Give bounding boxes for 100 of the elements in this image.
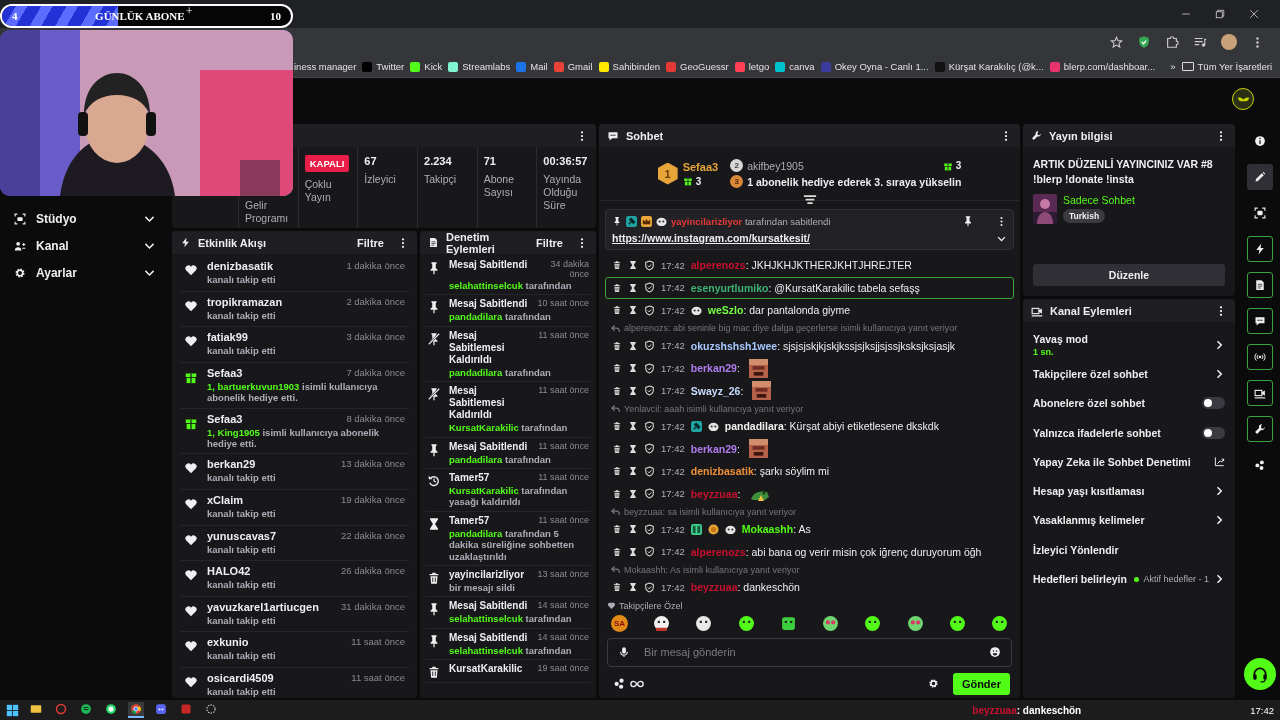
hourglass-icon[interactable] — [628, 488, 638, 499]
emoji-icon[interactable] — [989, 646, 1001, 658]
trash-icon[interactable] — [612, 363, 622, 374]
bookmark-link[interactable]: iness manager — [294, 61, 357, 72]
trash-icon[interactable] — [612, 546, 622, 557]
trash-icon[interactable] — [612, 466, 622, 477]
start-icon[interactable] — [6, 703, 19, 717]
bookmark-link[interactable]: Kürşat Karakılıç (@k... — [948, 61, 1044, 72]
shield-icon[interactable] — [644, 259, 655, 271]
bookmark-link[interactable]: canva — [789, 61, 815, 72]
media-icon[interactable] — [1193, 35, 1207, 49]
close-icon[interactable] — [1248, 8, 1260, 20]
collapse-icon[interactable] — [802, 195, 817, 206]
trash-icon[interactable] — [612, 443, 622, 454]
trash-icon[interactable] — [612, 582, 622, 593]
shield-icon[interactable] — [644, 443, 655, 455]
shield-icon[interactable] — [644, 385, 655, 397]
shield-icon[interactable] — [644, 523, 655, 535]
filter-button[interactable]: Filtre — [530, 236, 569, 249]
shield-icon[interactable] — [644, 304, 655, 316]
shield-icon[interactable] — [644, 420, 655, 432]
mic-icon[interactable] — [618, 646, 630, 658]
dots-icon[interactable] — [613, 677, 626, 690]
more-bookmarks-button[interactable]: » — [1170, 61, 1176, 72]
bookmark-link[interactable]: Streamlabs — [462, 61, 511, 72]
bookmark-link[interactable]: Tüm Yer İşaretleri — [1197, 61, 1272, 72]
sidebar-button[interactable] — [1247, 344, 1273, 370]
shield-icon[interactable] — [1137, 35, 1151, 49]
sidebar-button[interactable] — [1247, 272, 1273, 298]
emote-icon[interactable] — [906, 614, 924, 632]
extensions-icon[interactable] — [1165, 35, 1179, 49]
send-button[interactable]: Gönder — [952, 672, 1010, 695]
trash-icon[interactable] — [612, 421, 622, 432]
shield-icon[interactable] — [644, 282, 655, 294]
hourglass-icon[interactable] — [628, 260, 638, 271]
hourglass-icon[interactable] — [628, 305, 638, 316]
trash-icon[interactable] — [612, 488, 622, 499]
bookmark-link[interactable]: letgo — [748, 61, 770, 72]
sidebar-button[interactable] — [1247, 236, 1273, 262]
restore-icon[interactable] — [1214, 8, 1226, 20]
bookmark-link[interactable]: Twitter — [376, 61, 405, 72]
hourglass-icon[interactable] — [628, 524, 638, 535]
hourglass-icon[interactable] — [628, 363, 638, 374]
hourglass-icon[interactable] — [628, 340, 638, 351]
sidebar-item[interactable]: Ayarlar — [0, 262, 170, 283]
sidebar-item[interactable]: Stüdyo — [0, 208, 170, 229]
emote-icon[interactable] — [948, 614, 966, 632]
logo-icon[interactable] — [1232, 88, 1254, 110]
hourglass-icon[interactable] — [628, 546, 638, 557]
shield-icon[interactable] — [644, 488, 655, 500]
trash-icon[interactable] — [612, 305, 622, 316]
sidebar-button[interactable] — [1247, 164, 1273, 190]
emote-icon[interactable] — [779, 614, 797, 632]
hourglass-icon[interactable] — [628, 466, 638, 477]
bookmark-link[interactable]: Mail — [530, 61, 548, 72]
emote-button[interactable]: SA — [611, 614, 628, 632]
shield-icon[interactable] — [644, 581, 655, 593]
pinned-link[interactable]: https://www.instagram.com/kursatkesit/ — [612, 232, 810, 244]
profile-avatar[interactable] — [1221, 34, 1237, 50]
bookmark-link[interactable]: Gmail — [567, 61, 593, 72]
pin-icon[interactable] — [962, 215, 974, 227]
trash-icon[interactable] — [612, 524, 622, 535]
sidebar-button[interactable] — [1247, 380, 1273, 406]
settings-icon[interactable] — [927, 678, 939, 689]
username[interactable]: berkan29 — [690, 362, 737, 375]
trash-icon[interactable] — [612, 385, 622, 396]
shield-icon[interactable] — [644, 465, 655, 477]
sidebar-item[interactable]: Kanal — [0, 235, 170, 256]
star-icon[interactable] — [1110, 35, 1123, 49]
hourglass-icon[interactable] — [628, 385, 638, 396]
hourglass-icon[interactable] — [628, 582, 638, 593]
shield-icon[interactable] — [644, 546, 655, 558]
bookmark-link[interactable]: Kick — [424, 61, 443, 72]
category-link[interactable]: Sadece Sohbet — [1063, 194, 1135, 207]
bookmark-link[interactable]: blerp.com/dashboar... — [1063, 61, 1156, 72]
shield-icon[interactable] — [644, 340, 655, 352]
toggle-switch[interactable] — [1202, 426, 1225, 439]
emote-icon[interactable] — [864, 614, 882, 632]
toggle-switch[interactable] — [1202, 397, 1225, 410]
emote-icon[interactable] — [695, 614, 713, 632]
shield-icon[interactable] — [644, 362, 655, 374]
hourglass-icon[interactable] — [628, 421, 638, 432]
sidebar-button[interactable] — [1247, 308, 1273, 334]
message-field[interactable]: Bir mesaj gönderin — [607, 637, 1012, 667]
sidebar-button[interactable] — [1247, 416, 1273, 442]
filter-button[interactable]: Filtre — [351, 236, 390, 249]
username[interactable]: denizbasatik — [690, 465, 754, 478]
trash-icon[interactable] — [612, 260, 622, 271]
external-link-icon[interactable] — [1214, 456, 1225, 468]
bookmark-link[interactable]: Okey Oyna - Canlı 1... — [834, 61, 929, 72]
trash-icon[interactable] — [612, 282, 622, 293]
emote-icon[interactable] — [737, 614, 755, 632]
taskbar-app-icon[interactable] — [128, 702, 144, 718]
bookmark-link[interactable]: Sahibinden — [612, 61, 661, 72]
username[interactable]: berkan29 — [690, 442, 737, 455]
emote-icon[interactable] — [653, 614, 671, 632]
hourglass-icon[interactable] — [628, 443, 638, 454]
emote-icon[interactable] — [990, 614, 1008, 632]
hourglass-icon[interactable] — [628, 282, 638, 293]
username[interactable]: pandadilara — [724, 420, 784, 433]
